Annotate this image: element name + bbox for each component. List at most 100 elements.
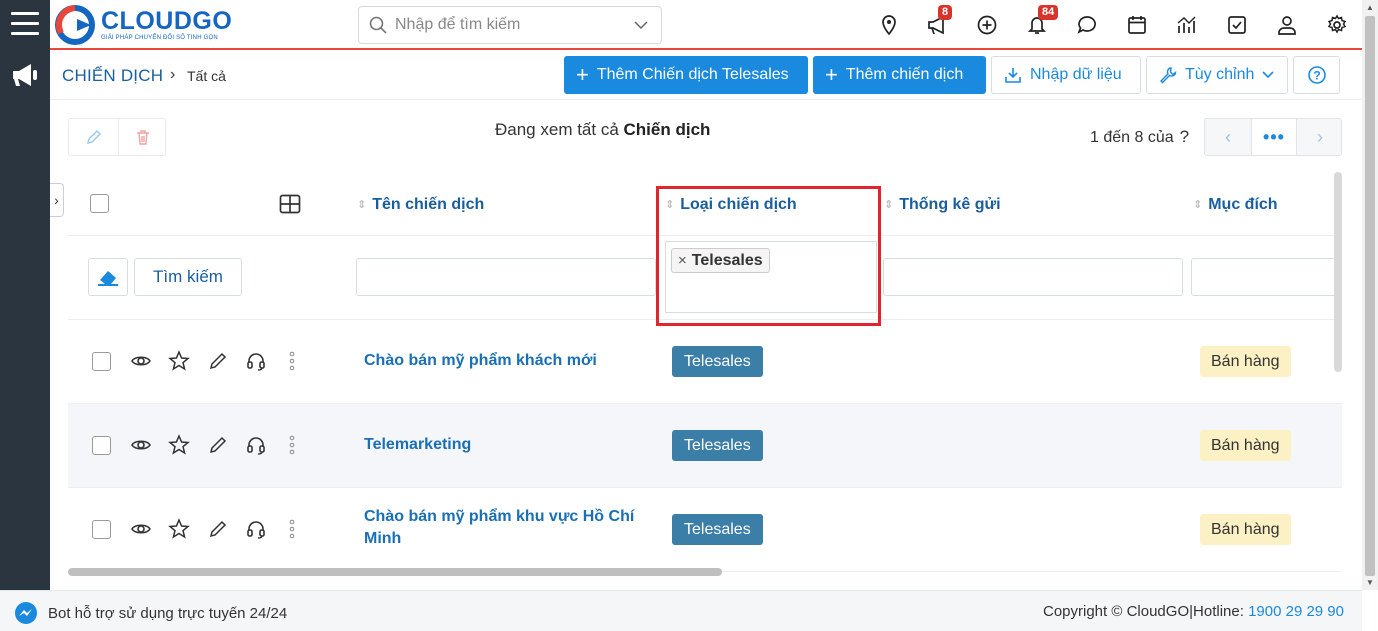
eraser-icon: [98, 271, 118, 286]
campaign-name-link[interactable]: Chào bán mỹ phẩm khu vực Hồ Chí Minh: [364, 506, 654, 550]
row-checkbox[interactable]: [92, 436, 111, 455]
campaign-type-tag: Telesales: [672, 430, 763, 461]
help-button[interactable]: ?: [1293, 56, 1340, 94]
prev-page-button[interactable]: ‹: [1205, 119, 1251, 155]
import-button[interactable]: Nhập dữ liệu: [991, 56, 1141, 94]
mass-delete-button[interactable]: [118, 119, 167, 155]
chevron-right-icon: ›: [54, 192, 59, 208]
checkbox-icon[interactable]: [1224, 12, 1250, 38]
mass-edit-button[interactable]: [69, 119, 118, 155]
row-checkbox[interactable]: [92, 520, 111, 539]
name-filter-input[interactable]: [356, 258, 656, 296]
notification-badge: 84: [1038, 5, 1059, 20]
plus-icon: +: [825, 62, 838, 87]
edit-icon[interactable]: [207, 434, 229, 456]
table-horizontal-scrollbar[interactable]: [68, 568, 722, 576]
page-jump-button[interactable]: •••: [1251, 119, 1297, 155]
column-layout-icon[interactable]: [279, 194, 301, 214]
brand-name: CLOUDGO: [101, 7, 233, 35]
paging-range: 1 đến 8 của: [1090, 129, 1174, 146]
star-icon[interactable]: [168, 350, 190, 372]
scroll-up-arrow-icon[interactable]: ▲: [1366, 3, 1374, 12]
select-all-checkbox[interactable]: [90, 194, 109, 213]
module-title[interactable]: CHIẾN DỊCH: [62, 66, 163, 86]
pencil-icon: [86, 129, 101, 145]
column-label: Mục đích: [1208, 196, 1278, 213]
global-search[interactable]: [358, 6, 662, 44]
sort-icon: ⇕: [1193, 199, 1203, 211]
search-input[interactable]: [395, 16, 615, 34]
chevron-right-icon: ›: [170, 66, 176, 83]
column-header-purpose[interactable]: ⇕ Mục đích: [1193, 196, 1278, 214]
row-checkbox[interactable]: [92, 352, 111, 371]
viewing-module: Chiến dịch: [623, 120, 711, 139]
customize-button[interactable]: Tùy chỉnh: [1146, 56, 1288, 94]
headset-icon[interactable]: [245, 350, 267, 372]
bell-icon[interactable]: 84: [1024, 5, 1059, 38]
campaign-type-tag: Telesales: [672, 346, 763, 377]
column-header-stats[interactable]: ⇕ Thống kê gửi: [884, 196, 1001, 214]
star-icon[interactable]: [168, 434, 190, 456]
edit-icon[interactable]: [207, 350, 229, 372]
svg-text:?: ?: [1313, 69, 1320, 83]
pager: ‹ ••• ›: [1204, 118, 1342, 156]
trash-icon: [137, 130, 149, 145]
gear-icon[interactable]: [1324, 12, 1350, 38]
plus-circle-icon[interactable]: [974, 12, 1000, 38]
scroll-down-arrow-icon[interactable]: ▼: [1366, 578, 1374, 587]
view-icon[interactable]: [130, 350, 152, 372]
menu-icon[interactable]: [11, 12, 39, 38]
headset-icon[interactable]: [245, 434, 267, 456]
campaign-module-icon[interactable]: [10, 62, 40, 88]
campaign-type-tag: Telesales: [672, 514, 763, 545]
clear-filter-button[interactable]: [88, 258, 128, 296]
cloudgo-logo-mark-icon: [55, 5, 95, 45]
column-header-name[interactable]: ⇕ Tên chiến dịch: [357, 196, 484, 214]
chatbot-link[interactable]: Bot hỗ trợ sử dụng trực tuyến 24/24: [14, 601, 287, 625]
chart-icon[interactable]: [1174, 12, 1200, 38]
campaign-name-link[interactable]: Chào bán mỹ phẩm khách mới: [364, 350, 654, 372]
table-vertical-scrollbar[interactable]: [1334, 172, 1342, 372]
view-icon[interactable]: [130, 518, 152, 540]
table-row[interactable]: Telemarketing Telesales Bán hàng: [68, 404, 1342, 488]
map-pin-icon[interactable]: [876, 12, 902, 38]
page-scrollbar-thumb[interactable]: [1365, 16, 1375, 576]
chevron-left-icon: ‹: [1225, 126, 1231, 147]
next-page-button[interactable]: ›: [1297, 119, 1343, 155]
megaphone-icon[interactable]: 8: [924, 5, 953, 38]
chevron-down-icon: [1262, 71, 1274, 79]
more-vertical-icon[interactable]: [288, 350, 296, 372]
star-icon[interactable]: [168, 518, 190, 540]
add-telesales-campaign-button[interactable]: + Thêm Chiến dịch Telesales: [564, 56, 808, 94]
view-icon[interactable]: [130, 434, 152, 456]
calendar-icon[interactable]: [1124, 12, 1150, 38]
column-label: Tên chiến dịch: [372, 196, 485, 213]
chevron-down-icon[interactable]: [633, 18, 649, 32]
plus-icon: +: [576, 62, 589, 87]
campaign-name-link[interactable]: Telemarketing: [364, 434, 654, 456]
headset-icon[interactable]: [245, 518, 267, 540]
add-telesales-label: Thêm Chiến dịch Telesales: [596, 66, 789, 83]
user-icon[interactable]: [1274, 12, 1300, 38]
search-button[interactable]: Tìm kiếm: [134, 258, 242, 296]
table-row[interactable]: Chào bán mỹ phẩm khách mới Telesales Bán…: [68, 320, 1342, 404]
edit-icon[interactable]: [207, 518, 229, 540]
sort-icon: ⇕: [357, 199, 367, 211]
chevron-right-icon: ›: [1317, 126, 1323, 147]
add-campaign-button[interactable]: + Thêm chiến dịch: [813, 56, 986, 94]
purpose-filter-input[interactable]: [1191, 258, 1342, 296]
messenger-icon: [15, 602, 37, 624]
help-icon: ?: [1307, 66, 1326, 84]
total-count-button[interactable]: ?: [1180, 127, 1189, 146]
stats-filter-input[interactable]: [883, 258, 1183, 296]
left-rail: [0, 0, 50, 590]
expand-sidebar-button[interactable]: ›: [50, 183, 64, 217]
hotline-number[interactable]: 1900 29 29 90: [1248, 603, 1344, 620]
list-view-title: Đang xem tất cả Chiến dịch: [495, 120, 710, 140]
cloudgo-logo[interactable]: CLOUDGO GIẢI PHÁP CHUYỂN ĐỔI SỐ TINH GỌN: [55, 3, 232, 47]
chat-icon[interactable]: [1074, 12, 1100, 38]
more-vertical-icon[interactable]: [288, 518, 296, 540]
table-row[interactable]: Chào bán mỹ phẩm khu vực Hồ Chí Minh Tel…: [68, 488, 1342, 572]
customize-label: Tùy chỉnh: [1185, 66, 1255, 83]
more-vertical-icon[interactable]: [288, 434, 296, 456]
